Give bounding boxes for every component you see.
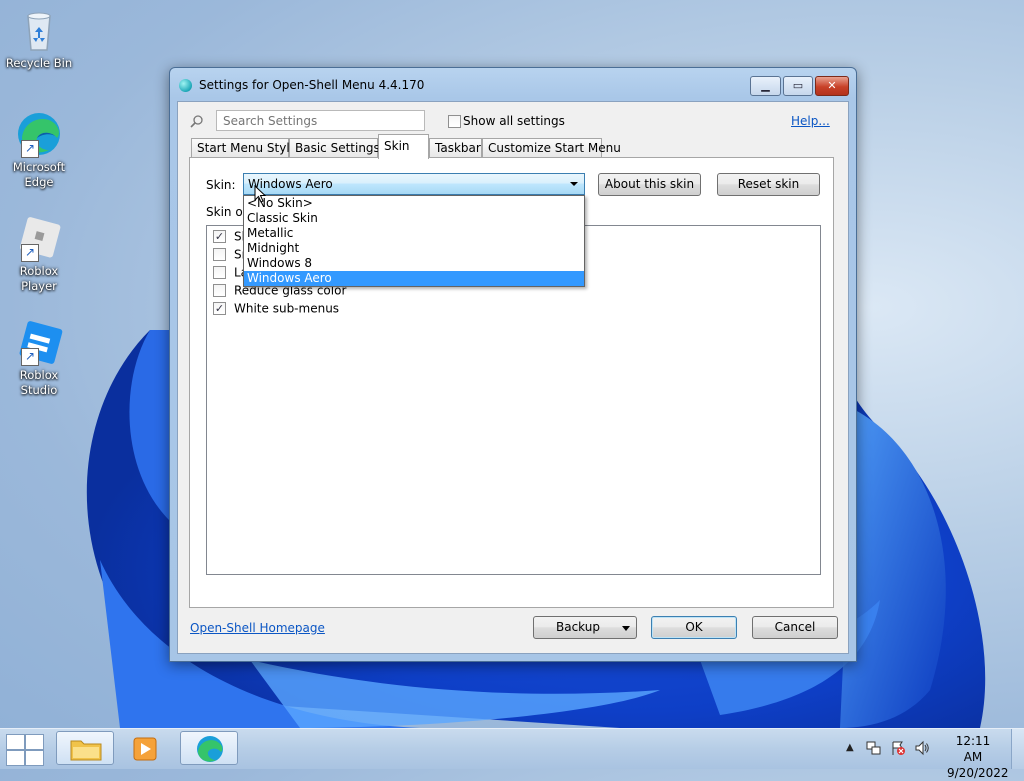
shortcut-arrow-icon: ↗	[21, 348, 39, 366]
skin-option-checkbox[interactable]: ✓	[213, 230, 226, 243]
settings-window: Settings for Open-Shell Menu 4.4.170 ▁ ▭…	[169, 67, 857, 662]
tab-start-menu-style[interactable]: Start Menu Style	[191, 138, 297, 158]
window-client-area: Show all settings Help... Start Menu Sty…	[177, 101, 849, 654]
maximize-button[interactable]: ▭	[783, 76, 813, 96]
tab-customize-start-menu[interactable]: Customize Start Menu	[482, 138, 621, 158]
tab-taskbar[interactable]: Taskbar	[429, 138, 482, 158]
start-button[interactable]	[4, 733, 44, 766]
desktop-icon-label: Recycle Bin	[5, 56, 73, 70]
cancel-button[interactable]: Cancel	[752, 616, 838, 639]
skin-option-label: White sub-menus	[234, 301, 340, 316]
skin-option-checkbox[interactable]: ✓	[213, 302, 226, 315]
desktop-icon-label: Microsoft Edge	[12, 160, 66, 189]
skin-option-checkbox[interactable]	[213, 248, 226, 261]
desktop-icon-recycle-bin[interactable]: Recycle Bin	[1, 6, 77, 71]
reset-skin-button[interactable]: Reset skin	[717, 173, 820, 196]
about-this-skin-button[interactable]: About this skin	[598, 173, 701, 196]
dropdown-option-windows-8[interactable]: Windows 8	[244, 256, 584, 271]
open-shell-icon	[179, 79, 192, 92]
close-button[interactable]: ✕	[815, 76, 849, 96]
edge-icon: ↗	[15, 110, 63, 158]
desktop-icon-microsoft-edge[interactable]: ↗ Microsoft Edge	[1, 110, 77, 190]
skin-tab-panel: Skin: Windows Aero About this skin Reset…	[189, 157, 834, 608]
dropdown-option-no-skin[interactable]: <No Skin>	[244, 196, 584, 211]
dropdown-option-metallic[interactable]: Metallic	[244, 226, 584, 241]
skin-option-item[interactable]: Sr	[213, 247, 247, 263]
skin-option-checkbox[interactable]	[213, 284, 226, 297]
taskbar-clock[interactable]: 12:11 AM 9/20/2022	[947, 733, 1009, 781]
clock-date: 9/20/2022	[947, 766, 1009, 780]
tab-basic-settings[interactable]: Basic Settings	[289, 138, 380, 158]
skin-select[interactable]: Windows Aero	[243, 173, 585, 195]
skin-label: Skin:	[206, 178, 236, 192]
skin-option-checkbox[interactable]	[213, 266, 226, 279]
show-all-settings-checkbox[interactable]	[448, 115, 461, 128]
backup-button[interactable]: Backup	[533, 616, 637, 639]
show-all-settings-label: Show all settings	[463, 114, 565, 128]
show-desktop-button[interactable]	[1011, 729, 1024, 769]
dropdown-option-classic-skin[interactable]: Classic Skin	[244, 211, 584, 226]
chevron-down-icon	[570, 182, 578, 186]
open-shell-homepage-link[interactable]: Open-Shell Homepage	[190, 621, 325, 635]
skin-dropdown-list[interactable]: <No Skin> Classic Skin Metallic Midnight…	[243, 195, 585, 287]
help-link[interactable]: Help...	[791, 114, 830, 128]
search-input[interactable]	[216, 110, 425, 131]
shortcut-arrow-icon: ↗	[21, 140, 39, 158]
taskbar: ▲ 12:11 AM 9/20/2022	[0, 728, 1024, 780]
taskbar-media-player[interactable]	[118, 731, 176, 765]
dropdown-option-midnight[interactable]: Midnight	[244, 241, 584, 256]
tab-skin[interactable]: Skin	[378, 134, 429, 159]
taskbar-file-explorer[interactable]	[56, 731, 114, 765]
title-bar[interactable]: Settings for Open-Shell Menu 4.4.170 ▁ ▭…	[170, 68, 856, 102]
media-player-icon	[133, 737, 157, 761]
dropdown-option-windows-aero[interactable]: Windows Aero	[244, 271, 584, 286]
ok-button[interactable]: OK	[651, 616, 737, 639]
roblox-player-icon: ↗	[15, 214, 63, 262]
clock-time: 12:11 AM	[955, 734, 991, 764]
minimize-button[interactable]: ▁	[750, 76, 781, 96]
search-icon	[190, 115, 203, 128]
mouse-cursor-icon	[254, 185, 266, 203]
network-icon[interactable]	[866, 740, 882, 756]
desktop-icon-roblox-player[interactable]: ↗ Roblox Player	[1, 214, 77, 294]
window-title: Settings for Open-Shell Menu 4.4.170	[199, 78, 425, 92]
desktop-icon-roblox-studio[interactable]: ↗ Roblox Studio	[1, 318, 77, 398]
recycle-bin-icon	[15, 6, 63, 54]
desktop-icon-label: Roblox Studio	[19, 368, 59, 397]
action-center-flag-icon[interactable]	[890, 740, 906, 756]
desktop-icon-label: Roblox Player	[19, 264, 59, 293]
backup-button-label: Backup	[556, 620, 600, 634]
folder-icon	[70, 740, 102, 761]
skin-option-item[interactable]: ✓ White sub-menus	[213, 301, 339, 317]
volume-icon[interactable]	[914, 740, 930, 756]
edge-icon	[197, 736, 223, 762]
shortcut-arrow-icon: ↗	[21, 244, 39, 262]
taskbar-microsoft-edge[interactable]	[180, 731, 238, 765]
roblox-studio-icon: ↗	[15, 318, 63, 366]
chevron-down-icon	[622, 626, 630, 631]
show-hidden-icons-icon[interactable]: ▲	[846, 742, 854, 753]
